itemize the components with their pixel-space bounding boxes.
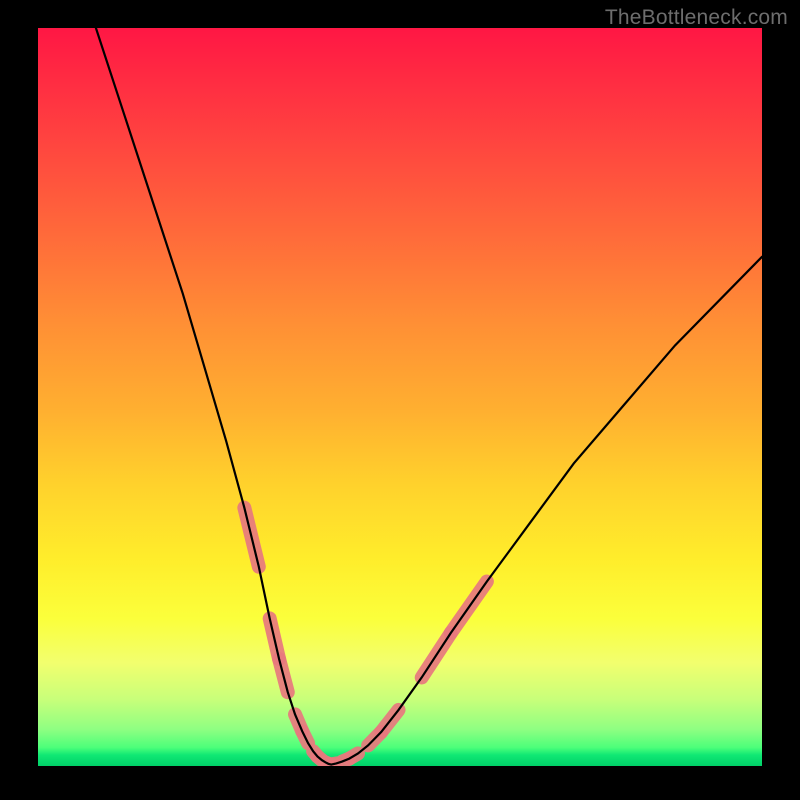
curve-layer bbox=[38, 28, 762, 766]
curve-left-curve bbox=[96, 28, 331, 765]
chart-frame: TheBottleneck.com bbox=[0, 0, 800, 800]
watermark-text: TheBottleneck.com bbox=[605, 6, 788, 30]
plot-area bbox=[38, 28, 762, 766]
curve-right-curve bbox=[331, 257, 762, 765]
highlight-segments bbox=[244, 508, 487, 765]
